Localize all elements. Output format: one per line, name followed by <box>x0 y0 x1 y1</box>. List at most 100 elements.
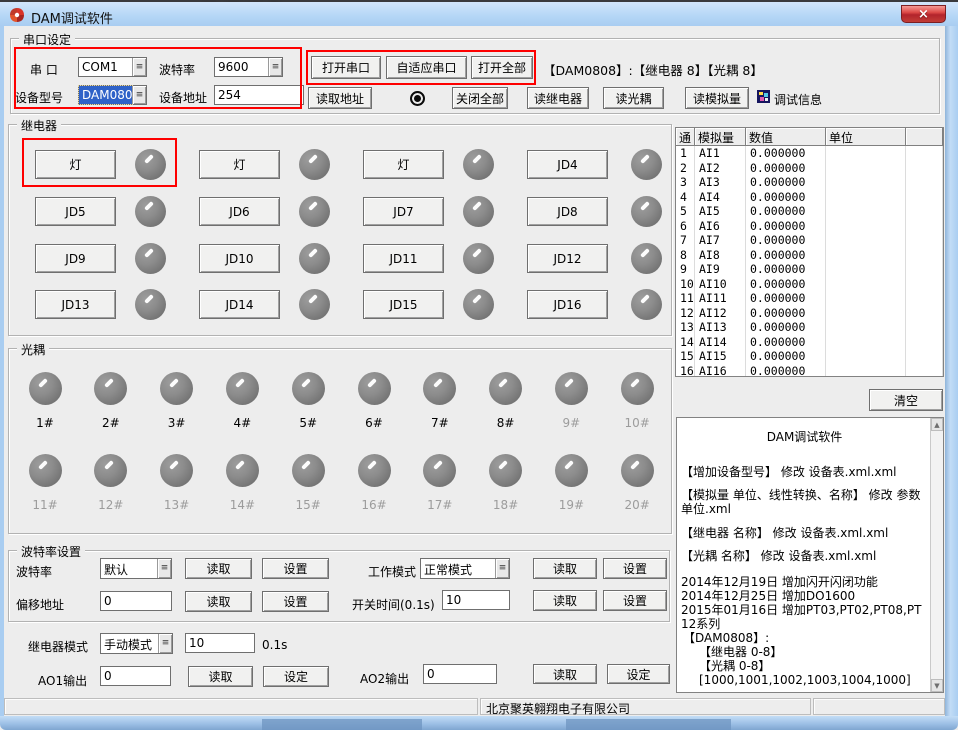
ao1-set-button[interactable]: 设定 <box>263 666 329 687</box>
table-row[interactable]: 10AI100.000000 <box>676 277 943 292</box>
scroll-down-icon[interactable]: ▼ <box>931 679 943 692</box>
relay-button-3[interactable]: 灯 <box>363 150 444 179</box>
cell-unit <box>826 146 906 161</box>
table-row[interactable]: 4AI40.000000 <box>676 190 943 205</box>
cell-name: AI5 <box>695 204 746 219</box>
clear-button[interactable]: 清空 <box>869 389 943 411</box>
cell-value: 0.000000 <box>746 204 826 219</box>
table-row[interactable]: 14AI140.000000 <box>676 335 943 350</box>
ao1-read-button[interactable]: 读取 <box>188 666 253 687</box>
close-button[interactable]: × <box>901 5 946 23</box>
cell-unit <box>826 349 906 364</box>
cell-name: AI4 <box>695 190 746 205</box>
adaptive-serial-button[interactable]: 自适应串口 <box>386 56 467 79</box>
offset-set-button[interactable]: 设置 <box>262 591 329 612</box>
opto-indicator-8 <box>489 372 522 405</box>
ao2-set-button[interactable]: 设定 <box>607 664 670 684</box>
cell-value: 0.000000 <box>746 219 826 234</box>
read-opto-button[interactable]: 读光耦 <box>603 87 664 109</box>
serial-port-dropdown[interactable]: ≡ <box>132 58 146 76</box>
table-row[interactable]: 16AI160.000000 <box>676 364 943 378</box>
open-serial-button[interactable]: 打开串口 <box>311 56 381 79</box>
device-model-dropdown[interactable]: ≡ <box>132 86 146 104</box>
read-address-button[interactable]: 读取地址 <box>308 87 372 109</box>
work-mode-combo[interactable]: 正常模式 ≡ <box>420 558 510 579</box>
baud-set-button[interactable]: 设置 <box>262 558 329 579</box>
read-analog-button[interactable]: 读模拟量 <box>685 87 749 109</box>
opto-label-13: 13# <box>160 498 194 512</box>
table-row[interactable]: 1AI10.000000 <box>676 146 943 161</box>
cell-extra <box>906 219 943 234</box>
relay-button-14: JD14 <box>199 290 280 319</box>
serial-port-combo[interactable]: COM1 ≡ <box>78 57 147 77</box>
info-scrollbar[interactable]: ▲ ▼ <box>930 418 943 692</box>
baud-rate-combo[interactable]: 9600 ≡ <box>214 57 283 77</box>
table-row[interactable]: 13AI130.000000 <box>676 320 943 335</box>
scroll-up-icon[interactable]: ▲ <box>931 418 943 431</box>
app-window: 选择设备 DAM调试软件 × 串口设定 串 口 COM1 ≡ 波特率 9600 … <box>0 0 958 730</box>
relay-button-4[interactable]: JD4 <box>527 150 608 179</box>
cell-unit <box>826 190 906 205</box>
analog-table[interactable]: 通模拟量数值单位 1AI10.0000002AI20.0000003AI30.0… <box>675 127 944 377</box>
switch-time-set-button[interactable]: 设置 <box>603 590 667 611</box>
offset-read-button[interactable]: 读取 <box>185 591 252 612</box>
flash-time-input[interactable]: 10 <box>185 633 255 653</box>
cell-value: 0.000000 <box>746 277 826 292</box>
read-relay-button[interactable]: 读继电器 <box>527 87 589 109</box>
relay-button-6[interactable]: JD6 <box>199 197 280 226</box>
opto-indicator-1 <box>29 372 62 405</box>
baud-setting-combo[interactable]: 默认 ≡ <box>100 558 172 579</box>
opto-indicator-16 <box>358 454 391 487</box>
cell-extra <box>906 349 943 364</box>
cell-name: AI7 <box>695 233 746 248</box>
analog-col-header-4[interactable]: 单位 <box>826 128 906 146</box>
analog-col-header-3[interactable]: 数值 <box>746 128 826 146</box>
table-row[interactable]: 7AI70.000000 <box>676 233 943 248</box>
table-row[interactable]: 6AI60.000000 <box>676 219 943 234</box>
analog-col-header-2[interactable]: 模拟量 <box>695 128 746 146</box>
relay-button-5[interactable]: JD5 <box>35 197 116 226</box>
opto-group-title: 光耦 <box>17 341 49 358</box>
cell-channel: 9 <box>676 262 695 277</box>
switch-time-read-button[interactable]: 读取 <box>533 590 597 611</box>
ao1-input[interactable]: 0 <box>100 666 171 686</box>
cell-name: AI13 <box>695 320 746 335</box>
analog-col-header-5[interactable] <box>906 128 943 146</box>
table-row[interactable]: 12AI120.000000 <box>676 306 943 321</box>
analog-col-header-1[interactable]: 通 <box>676 128 695 146</box>
ao2-input[interactable]: 0 <box>423 664 497 684</box>
table-row[interactable]: 3AI30.000000 <box>676 175 943 190</box>
relay-button-8[interactable]: JD8 <box>527 197 608 226</box>
titlebar[interactable]: DAM调试软件 × <box>0 2 958 26</box>
cell-name: AI11 <box>695 291 746 306</box>
relay-mode-dropdown[interactable]: ≡ <box>158 634 172 653</box>
table-row[interactable]: 9AI90.000000 <box>676 262 943 277</box>
cell-name: AI3 <box>695 175 746 190</box>
info-panel[interactable]: DAM调试软件【增加设备型号】 修改 设备表.xml.xml【模拟量 单位、线性… <box>676 417 944 693</box>
work-mode-dropdown[interactable]: ≡ <box>495 559 509 578</box>
work-mode-set-button[interactable]: 设置 <box>603 558 667 579</box>
close-all-button[interactable]: 关闭全部 <box>452 87 508 109</box>
ao2-read-button[interactable]: 读取 <box>533 664 597 684</box>
device-address-input[interactable]: 254 <box>214 85 304 105</box>
relay-button-1[interactable]: 灯 <box>35 150 116 179</box>
table-row[interactable]: 11AI110.000000 <box>676 291 943 306</box>
switch-time-input[interactable]: 10 <box>442 590 510 610</box>
baud-rate-dropdown[interactable]: ≡ <box>268 58 282 76</box>
relay-mode-combo[interactable]: 手动模式 ≡ <box>100 633 173 654</box>
offset-address-input[interactable]: 0 <box>100 591 172 611</box>
baud-read-button[interactable]: 读取 <box>185 558 252 579</box>
cell-extra <box>906 262 943 277</box>
table-row[interactable]: 8AI80.000000 <box>676 248 943 263</box>
debug-info-label[interactable]: 调试信息 <box>774 91 822 108</box>
open-all-button[interactable]: 打开全部 <box>471 56 533 79</box>
table-row[interactable]: 15AI150.000000 <box>676 349 943 364</box>
device-model-combo[interactable]: DAM0808 ≡ <box>78 85 147 105</box>
relay-button-2[interactable]: 灯 <box>199 150 280 179</box>
work-mode-read-button[interactable]: 读取 <box>533 558 597 579</box>
baud-setting-dropdown[interactable]: ≡ <box>157 559 171 578</box>
cell-extra <box>906 233 943 248</box>
table-row[interactable]: 5AI50.000000 <box>676 204 943 219</box>
relay-button-7[interactable]: JD7 <box>363 197 444 226</box>
table-row[interactable]: 2AI20.000000 <box>676 161 943 176</box>
